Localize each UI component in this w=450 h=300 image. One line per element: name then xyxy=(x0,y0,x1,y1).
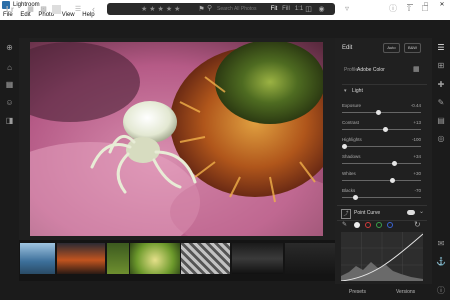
lr-logo: Lr xyxy=(6,5,14,14)
profile-dropdown[interactable]: Adobe Color xyxy=(357,67,385,73)
filmstrip-thumbnail[interactable] xyxy=(181,243,230,274)
filmstrip-thumbnail[interactable] xyxy=(20,243,55,274)
slider-track[interactable] xyxy=(342,180,421,181)
linear-gradient-icon[interactable]: ▤ xyxy=(435,115,447,127)
activity-icon[interactable]: ☐ xyxy=(420,4,430,14)
zoom-fill[interactable]: Fill xyxy=(280,5,292,14)
chevron-down-icon: ▾ xyxy=(344,88,347,94)
versions-button[interactable]: Versions xyxy=(396,289,415,295)
slider-label: Exposure xyxy=(342,103,362,108)
targeted-adjust-icon[interactable]: ⤴ xyxy=(341,209,351,219)
detail-view-icon[interactable] xyxy=(52,5,61,14)
slider-track[interactable] xyxy=(342,129,421,130)
light-section-label: Light xyxy=(352,88,363,94)
curve-toggle[interactable] xyxy=(407,210,415,215)
presets-button[interactable]: Presets xyxy=(349,289,366,295)
slider-track[interactable] xyxy=(342,163,421,164)
point-curve-header: ⤴ Point Curve ⌄ xyxy=(337,205,427,221)
red-channel-dot[interactable] xyxy=(365,222,371,228)
keywords-icon[interactable]: ⚓ xyxy=(435,256,447,268)
brush-icon[interactable]: ✎ xyxy=(435,97,447,109)
blue-channel-dot[interactable] xyxy=(387,222,393,228)
cloud-icon[interactable]: ☁ xyxy=(436,4,446,14)
filmstrip-thumbnail[interactable] xyxy=(232,243,283,274)
grid-view-icon[interactable]: ▦ xyxy=(26,5,35,14)
presets-bar: Presets Versions xyxy=(335,284,432,300)
slider-value[interactable]: +13 xyxy=(401,120,421,125)
top-toolbar xyxy=(0,20,450,38)
chevron-down-icon[interactable]: ⌄ xyxy=(419,208,424,215)
slider-value[interactable]: -100 xyxy=(401,137,421,142)
curve-edit-icon[interactable]: ✎ xyxy=(342,221,350,229)
healing-brush-icon[interactable]: ✚ xyxy=(435,79,447,91)
info-icon[interactable]: ⓘ xyxy=(388,4,398,14)
main-photo[interactable] xyxy=(30,42,323,236)
info-icon[interactable]: ⓘ xyxy=(435,285,447,297)
tone-curve-graph[interactable] xyxy=(340,232,424,282)
refresh-icon[interactable]: ↻ xyxy=(414,220,421,229)
crop-icon[interactable]: ⊞ xyxy=(435,60,447,72)
light-section-header[interactable]: ▾ Light xyxy=(342,84,427,97)
people-icon[interactable]: ☺ xyxy=(4,97,15,108)
slider-label: Shadows xyxy=(342,154,361,159)
add-photos-icon[interactable]: ⊕ xyxy=(4,42,15,53)
slider-value[interactable]: +30 xyxy=(401,171,421,176)
slider-track[interactable] xyxy=(342,112,421,113)
filter-icon[interactable]: ▿ xyxy=(342,4,352,14)
zoom-fit[interactable]: Fit xyxy=(268,5,280,14)
share-icon[interactable]: ⇧ xyxy=(404,4,414,14)
profile-browser-icon[interactable]: ▦ xyxy=(413,65,420,73)
filmstrip-thumbnail[interactable] xyxy=(285,243,335,274)
bw-button[interactable]: B&W xyxy=(404,43,421,53)
radial-gradient-icon[interactable]: ◎ xyxy=(435,133,447,145)
slider-value[interactable]: -0.44 xyxy=(401,103,421,108)
square-grid-icon[interactable]: ▩ xyxy=(39,5,48,14)
slider-label: Whites xyxy=(342,171,356,176)
point-curve-label: Point Curve xyxy=(354,210,381,216)
slider-track[interactable] xyxy=(342,146,421,147)
compare-icon[interactable]: ◫ xyxy=(304,5,313,14)
edit-sliders-icon[interactable]: ☰ xyxy=(435,42,447,54)
filmstrip-thumbnail[interactable] xyxy=(107,243,129,274)
flag-icon[interactable]: ⚑ xyxy=(197,5,206,14)
back-arrow-icon[interactable]: ‹ xyxy=(92,4,102,14)
left-rail xyxy=(0,38,19,300)
comments-icon[interactable]: ✉ xyxy=(435,238,447,250)
slider-handle[interactable] xyxy=(376,110,382,115)
auto-button[interactable]: Auto xyxy=(383,43,400,53)
tag-icon[interactable]: ◉ xyxy=(317,5,326,14)
slider-label: Blacks xyxy=(342,188,356,193)
home-icon[interactable]: ⌂ xyxy=(4,62,15,73)
albums-icon[interactable]: ◨ xyxy=(4,115,15,126)
edit-title: Edit xyxy=(342,45,353,51)
slider-label: Contrast xyxy=(342,120,360,125)
slider-value[interactable]: +34 xyxy=(401,154,421,159)
sort-icon[interactable]: ☰ xyxy=(72,5,84,14)
slider-value[interactable]: -70 xyxy=(401,188,421,193)
slider-handle[interactable] xyxy=(391,161,397,166)
photos-icon[interactable]: ▦ xyxy=(4,79,15,90)
green-channel-dot[interactable] xyxy=(376,222,382,228)
filmstrip-thumbnail[interactable] xyxy=(57,243,105,274)
bottom-bar xyxy=(0,281,335,300)
filmstrip-thumbnail[interactable] xyxy=(130,243,180,274)
slider-label: Highlights xyxy=(342,137,362,142)
rgb-channel-dot[interactable] xyxy=(354,222,360,228)
slider-handle[interactable] xyxy=(342,144,347,149)
